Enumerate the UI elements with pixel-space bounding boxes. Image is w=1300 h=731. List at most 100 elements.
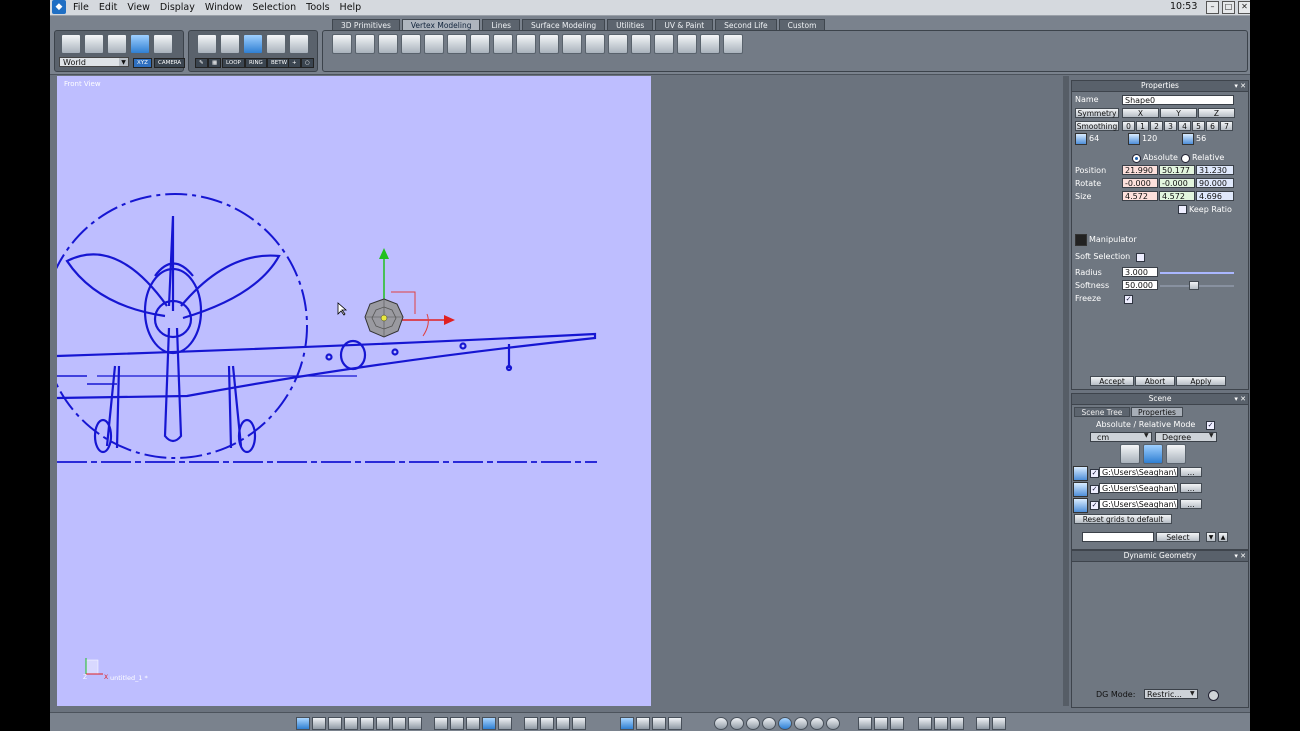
softness-field[interactable]: 50.000 [1122,280,1158,290]
camera-button[interactable]: CAMERA [154,58,186,68]
render-settings-icon[interactable] [950,717,964,730]
keep-ratio-checkbox[interactable] [1178,205,1187,214]
menu-window[interactable]: Window [200,1,247,14]
panel-splitter[interactable] [1063,76,1069,706]
symmetry-button[interactable]: Symmetry [1075,108,1119,118]
transform-gizmo[interactable] [357,244,477,354]
tab-scene-tree[interactable]: Scene Tree [1074,407,1130,417]
spin-tool-icon[interactable] [562,34,582,54]
layout-stack-icon[interactable] [392,717,406,730]
bend-tool-icon[interactable] [470,34,490,54]
grid-view-icon[interactable] [498,717,512,730]
accept-button[interactable]: Accept [1090,376,1134,386]
table-view-icon[interactable] [466,717,480,730]
smoothing-level-4[interactable]: 4 [1178,121,1191,131]
smooth-tool-icon[interactable] [608,34,628,54]
mesh-mode-icon[interactable] [289,34,309,54]
layout-split-h-icon[interactable] [328,717,342,730]
panel-close-icon[interactable]: ▾ ✕ [1234,81,1246,91]
vertex-mode-icon[interactable] [266,34,286,54]
grid-path-2[interactable]: G:\Users\Seaghan\ [1099,483,1178,493]
size-y-field[interactable]: 4.572 [1159,191,1195,201]
grid-front-icon[interactable] [1166,444,1186,464]
symmetry-y-button[interactable]: Y [1160,108,1197,118]
bevel-tool-icon[interactable] [355,34,375,54]
inset-tool-icon[interactable] [378,34,398,54]
menu-file[interactable]: File [68,1,94,14]
apply-button[interactable]: Apply [1176,376,1226,386]
render-region-icon[interactable] [934,717,948,730]
smoothing-level-3[interactable]: 3 [1164,121,1177,131]
close-button[interactable]: ✕ [1238,1,1250,14]
coord-space-select[interactable]: World ▼ [59,57,129,67]
grid-row-1-checkbox[interactable]: ✓ [1090,469,1099,478]
scale-mode-icon[interactable] [668,717,682,730]
grid-browse-3[interactable]: ... [1180,499,1202,509]
menu-help[interactable]: Help [335,1,367,14]
edge-mode-icon[interactable] [243,34,263,54]
menu-tools[interactable]: Tools [301,1,334,14]
select-input[interactable] [1082,532,1154,542]
zoom-icon[interactable] [556,717,570,730]
face-mode-icon[interactable] [220,34,240,54]
light-icon[interactable] [450,717,464,730]
select-button[interactable]: Select [1156,532,1200,542]
grid-sphere-icon[interactable] [730,717,744,730]
minimize-button[interactable]: – [1206,1,1219,14]
smooth-sphere-icon[interactable] [762,717,776,730]
grid-path-3[interactable]: G:\Users\Seaghan\ [1099,499,1178,509]
smoothing-level-1[interactable]: 1 [1136,121,1149,131]
smoothing-level-0[interactable]: 0 [1122,121,1135,131]
grid-browse-1[interactable]: ... [1180,467,1202,477]
position-z-field[interactable]: 31.230 [1196,165,1234,175]
smoothing-level-7[interactable]: 7 [1220,121,1233,131]
menu-display[interactable]: Display [155,1,200,14]
lasso-tool-icon[interactable] [84,34,104,54]
object-display-icon[interactable] [858,717,872,730]
wire-sphere-icon[interactable] [714,717,728,730]
layout-columns-icon[interactable] [408,717,422,730]
softness-slider-handle[interactable] [1189,281,1199,290]
select-tool-icon[interactable] [61,34,81,54]
loop-button[interactable]: LOOP [222,58,245,68]
front-viewport[interactable]: Front View Z X untitled_1 * [57,76,651,706]
select-pattern-button[interactable]: ▦ [208,58,222,68]
mirror-tool-icon[interactable] [585,34,605,54]
symmetry-x-button[interactable]: X [1122,108,1159,118]
move-mode-icon[interactable] [636,717,650,730]
render-icon[interactable] [918,717,932,730]
paint-select-icon[interactable] [107,34,127,54]
knife-tool-icon[interactable] [447,34,467,54]
menu-edit[interactable]: Edit [94,1,122,14]
grow-button[interactable]: + [288,58,301,68]
collapse-tool-icon[interactable] [677,34,697,54]
layout-split-v-icon[interactable] [344,717,358,730]
select-mode-icon[interactable] [620,717,634,730]
grid-snap-icon[interactable] [434,717,448,730]
grid-path-1[interactable]: G:\Users\Seaghan\ [1099,467,1178,477]
vertex-display-icon[interactable] [890,717,904,730]
rotate-tool-icon[interactable] [130,34,150,54]
smoothing-level-2[interactable]: 2 [1150,121,1163,131]
layout-single-icon[interactable] [296,717,310,730]
rotate-z-field[interactable]: 90.000 [1196,178,1234,188]
absolute-radio[interactable] [1132,154,1141,163]
ring-button[interactable]: RING [245,58,267,68]
flat-sphere-icon[interactable] [746,717,760,730]
angle-unit-select[interactable]: Degree [1155,432,1217,442]
face-display-icon[interactable] [874,717,888,730]
plugin-tool-icon[interactable] [723,34,743,54]
grid-row-3-checkbox[interactable]: ✓ [1090,501,1099,510]
grid-floor-icon[interactable] [1120,444,1140,464]
layout-three-alt-icon[interactable] [376,717,390,730]
maximize-button[interactable]: □ [1222,1,1235,14]
eye-icon[interactable] [572,717,586,730]
abort-button[interactable]: Abort [1135,376,1175,386]
snapshot-icon[interactable] [992,717,1006,730]
menu-selection[interactable]: Selection [247,1,301,14]
smoothing-button[interactable]: Smoothing [1075,121,1119,131]
split-tool-icon[interactable] [654,34,674,54]
scroll-down-button[interactable]: ▼ [1206,532,1216,542]
rotate-mode-icon[interactable] [652,717,666,730]
flatten-tool-icon[interactable] [424,34,444,54]
